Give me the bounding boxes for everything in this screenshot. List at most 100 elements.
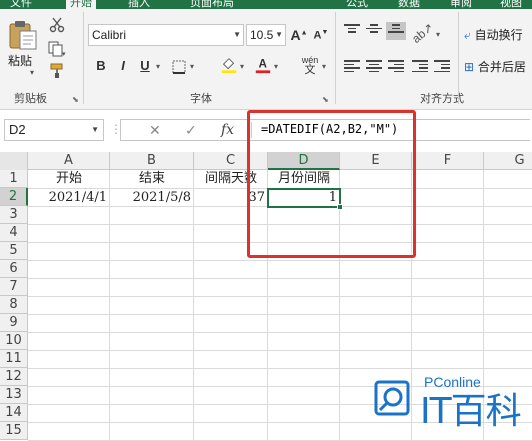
watermark-brand-main: IT百科 <box>420 391 522 432</box>
row-header-12[interactable]: 12 <box>0 368 28 386</box>
svg-text:A: A <box>259 58 268 71</box>
tab-review[interactable]: 审阅 <box>450 0 472 9</box>
cell-a1[interactable]: 开始 <box>28 170 110 188</box>
row-header-6[interactable]: 6 <box>0 260 28 278</box>
ribbon: 文件 开始 插入 页面布局 公式 数据 审阅 视图 粘贴 ▾ ▾ 剪贴板 ⬊ C… <box>0 0 532 110</box>
merge-center-button[interactable]: ⊞ 合并后居 <box>464 58 526 75</box>
font-launcher-icon[interactable]: ⬊ <box>322 95 329 104</box>
row-header-15[interactable]: 15 <box>0 422 28 440</box>
fill-color-dropdown-icon[interactable]: ▾ <box>240 62 244 71</box>
row-gridline <box>28 260 532 261</box>
name-box-value: D2 <box>9 122 26 137</box>
row-header-3[interactable]: 3 <box>0 206 28 224</box>
column-header-b[interactable]: B <box>110 152 194 170</box>
phonetic-bottom: 文 <box>304 64 316 76</box>
clipboard-icon <box>9 21 37 50</box>
row-header-13[interactable]: 13 <box>0 386 28 404</box>
chevron-down-icon: ▼ <box>91 125 99 134</box>
column-gridline <box>193 170 194 441</box>
watermark-logo: PConline IT百科 <box>372 372 528 438</box>
wrap-text-icon: ⤶ <box>464 28 471 42</box>
tab-page-layout[interactable]: 页面布局 <box>190 0 234 9</box>
font-color-dropdown-icon[interactable]: ▾ <box>274 62 278 71</box>
group-divider <box>458 12 459 104</box>
font-name-value: Calibri <box>92 28 127 42</box>
paste-label: 粘贴 <box>8 54 33 68</box>
column-gridline <box>109 170 110 441</box>
borders-dropdown-icon[interactable]: ▾ <box>190 62 194 71</box>
row-gridline <box>28 296 532 297</box>
align-middle-icon[interactable] <box>364 22 384 40</box>
cell-b1[interactable]: 结束 <box>110 170 194 188</box>
fill-color-icon[interactable] <box>220 56 238 74</box>
svg-text:▾: ▾ <box>62 51 66 57</box>
cell-b2[interactable]: 2021/5/8 <box>110 189 194 207</box>
cell-a2[interactable]: 2021/4/1 <box>28 189 110 207</box>
highlight-box <box>247 110 416 258</box>
cut-icon[interactable] <box>48 16 66 34</box>
enter-icon[interactable]: ✓ <box>185 122 197 139</box>
row-header-8[interactable]: 8 <box>0 296 28 314</box>
tab-formulas[interactable]: 公式 <box>346 0 368 9</box>
row-header-7[interactable]: 7 <box>0 278 28 296</box>
tab-file[interactable]: 文件 <box>10 0 32 9</box>
font-name-select[interactable]: Calibri ▼ <box>88 24 244 46</box>
wrap-text-button[interactable]: ⤶ 自动换行 <box>464 26 523 43</box>
phonetic-dropdown-icon[interactable]: ▾ <box>322 62 326 71</box>
column-header-g[interactable]: G <box>484 152 532 170</box>
tab-data[interactable]: 数据 <box>398 0 420 9</box>
row-gridline <box>28 368 532 369</box>
row-header-1[interactable]: 1 <box>0 170 28 188</box>
name-box[interactable]: D2 ▼ <box>4 119 104 141</box>
align-right-icon[interactable] <box>386 58 406 76</box>
borders-icon[interactable] <box>170 58 188 76</box>
decrease-indent-icon[interactable] <box>410 58 430 76</box>
orientation-dropdown-icon[interactable]: ▾ <box>436 30 440 39</box>
pconline-logo-icon <box>374 380 410 416</box>
phonetic-guide-button[interactable]: wén 文 <box>298 55 322 79</box>
row-header-10[interactable]: 10 <box>0 332 28 350</box>
align-bottom-icon[interactable] <box>386 22 406 40</box>
merge-center-label: 合并后居 <box>477 60 526 74</box>
copy-icon[interactable]: ▾ <box>48 40 66 58</box>
insert-function-icon[interactable]: fx <box>221 122 234 138</box>
font-color-icon[interactable]: A <box>254 56 272 74</box>
row-gridline <box>28 350 532 351</box>
increase-font-icon[interactable]: A▲ <box>290 26 308 44</box>
row-header-11[interactable]: 11 <box>0 350 28 368</box>
group-divider <box>335 12 336 104</box>
tab-insert[interactable]: 插入 <box>128 0 150 9</box>
group-divider <box>83 12 84 104</box>
merge-icon: ⊞ <box>464 60 475 74</box>
row-gridline <box>28 278 532 279</box>
bold-button[interactable]: B <box>94 58 108 76</box>
decrease-font-icon[interactable]: A▼ <box>312 26 330 44</box>
format-painter-icon[interactable] <box>48 62 66 80</box>
align-center-icon[interactable] <box>364 58 384 76</box>
orientation-icon[interactable]: ab↗ <box>410 20 437 46</box>
chevron-down-icon: ▼ <box>275 30 283 39</box>
cancel-icon[interactable]: ✕ <box>149 122 161 139</box>
underline-dropdown-icon[interactable]: ▾ <box>156 62 160 71</box>
align-top-icon[interactable] <box>342 22 362 40</box>
font-group-label: 字体 <box>190 92 212 105</box>
font-size-select[interactable]: 10.5 ▼ <box>246 24 286 46</box>
watermark-brand-top: PConline <box>424 374 481 390</box>
italic-button[interactable]: I <box>116 58 130 76</box>
align-left-icon[interactable] <box>342 58 362 76</box>
row-header-5[interactable]: 5 <box>0 242 28 260</box>
tab-view[interactable]: 视图 <box>500 0 522 9</box>
column-header-f[interactable]: F <box>412 152 484 170</box>
clipboard-launcher-icon[interactable]: ⬊ <box>72 95 79 104</box>
tab-home[interactable]: 开始 <box>66 0 96 9</box>
column-header-a[interactable]: A <box>28 152 110 170</box>
select-all-corner[interactable] <box>0 152 28 170</box>
row-gridline <box>28 332 532 333</box>
paste-dropdown-icon[interactable]: ▾ <box>30 68 34 77</box>
underline-button[interactable]: U <box>138 58 152 76</box>
row-header-14[interactable]: 14 <box>0 404 28 422</box>
row-header-4[interactable]: 4 <box>0 224 28 242</box>
row-header-2[interactable]: 2 <box>0 188 28 206</box>
row-header-9[interactable]: 9 <box>0 314 28 332</box>
increase-indent-icon[interactable] <box>432 58 452 76</box>
